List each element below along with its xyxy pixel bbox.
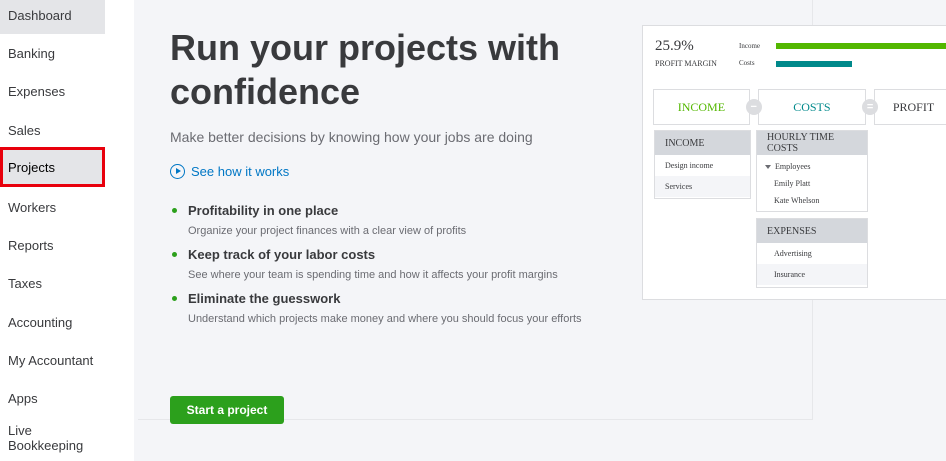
- profit-illustration: 25.9% PROFIT MARGIN Income Costs INCOME …: [642, 25, 946, 300]
- nav-expenses[interactable]: Expenses: [0, 72, 105, 110]
- employees-label: Employees: [775, 162, 811, 171]
- page-headline: Run your projects with confidence: [170, 27, 561, 112]
- income-row: Services: [655, 176, 750, 197]
- income-legend: Income: [739, 42, 760, 50]
- nav-sales[interactable]: Sales: [0, 111, 105, 149]
- feature-title: Eliminate the guesswork: [188, 291, 341, 306]
- feature-item: Profitability in one place Organize your…: [172, 203, 592, 240]
- bullet-dot-icon: [172, 252, 177, 257]
- nav-reports[interactable]: Reports: [0, 226, 105, 264]
- nav-live-bookkeeping[interactable]: Live Bookkeeping: [0, 418, 90, 458]
- start-project-button[interactable]: Start a project: [170, 396, 284, 424]
- see-how-it-works-label: See how it works: [191, 164, 290, 179]
- nav-accounting[interactable]: Accounting: [0, 303, 105, 341]
- expenses-panel: EXPENSES Advertising Insurance: [756, 218, 868, 288]
- feature-description: Understand which projects make money and…: [188, 313, 582, 325]
- nav-workers[interactable]: Workers: [0, 188, 105, 226]
- feature-item: Keep track of your labor costs See where…: [172, 247, 592, 284]
- expenses-panel-title: EXPENSES: [757, 219, 867, 243]
- income-row: Design income: [665, 161, 714, 170]
- bullet-dot-icon: [172, 208, 177, 213]
- minus-icon: −: [745, 99, 762, 115]
- nav-my-accountant[interactable]: My Accountant: [0, 341, 105, 379]
- left-nav: Dashboard Banking Expenses Sales Project…: [0, 0, 134, 461]
- profit-margin-value: 25.9%: [655, 38, 694, 54]
- hourly-costs-title: HOURLY TIME COSTS: [757, 131, 867, 155]
- feature-title: Keep track of your labor costs: [188, 247, 376, 262]
- costs-legend: Costs: [739, 59, 755, 67]
- employees-group: Employees: [757, 158, 867, 175]
- bullet-dot-icon: [172, 296, 177, 301]
- costs-bar: [776, 61, 852, 67]
- equals-icon: =: [862, 99, 878, 115]
- feature-description: Organize your project finances with a cl…: [188, 225, 467, 237]
- expense-row: Insurance: [757, 264, 867, 285]
- play-circle-icon: [170, 164, 185, 179]
- expense-row: Advertising: [774, 249, 812, 258]
- feature-title: Profitability in one place: [188, 203, 339, 218]
- nav-dashboard[interactable]: Dashboard: [0, 0, 105, 34]
- caret-down-icon: [765, 164, 771, 169]
- equation-income: INCOME: [653, 89, 750, 125]
- nav-taxes[interactable]: Taxes: [0, 264, 105, 302]
- equation-profit: PROFIT: [874, 89, 946, 125]
- hourly-costs-panel: HOURLY TIME COSTS Employees Emily Platt …: [756, 130, 868, 212]
- employee-row: Kate Whelson: [774, 196, 820, 205]
- income-panel: INCOME Design income Services: [654, 130, 751, 199]
- profit-margin-label: PROFIT MARGIN: [655, 59, 717, 68]
- feature-item: Eliminate the guesswork Understand which…: [172, 291, 592, 328]
- page-subtitle: Make better decisions by knowing how you…: [170, 129, 533, 145]
- nav-banking[interactable]: Banking: [0, 34, 105, 72]
- feature-description: See where your team is spending time and…: [188, 269, 558, 281]
- income-bar: [776, 43, 946, 49]
- nav-projects[interactable]: Projects: [0, 147, 105, 187]
- income-panel-title: INCOME: [655, 131, 750, 155]
- employee-row: Emily Platt: [774, 179, 811, 188]
- profit-equation: INCOME − COSTS = PROFIT: [653, 88, 946, 126]
- equation-costs: COSTS: [757, 89, 867, 125]
- nav-apps[interactable]: Apps: [0, 379, 105, 417]
- see-how-it-works-link[interactable]: See how it works: [170, 164, 289, 179]
